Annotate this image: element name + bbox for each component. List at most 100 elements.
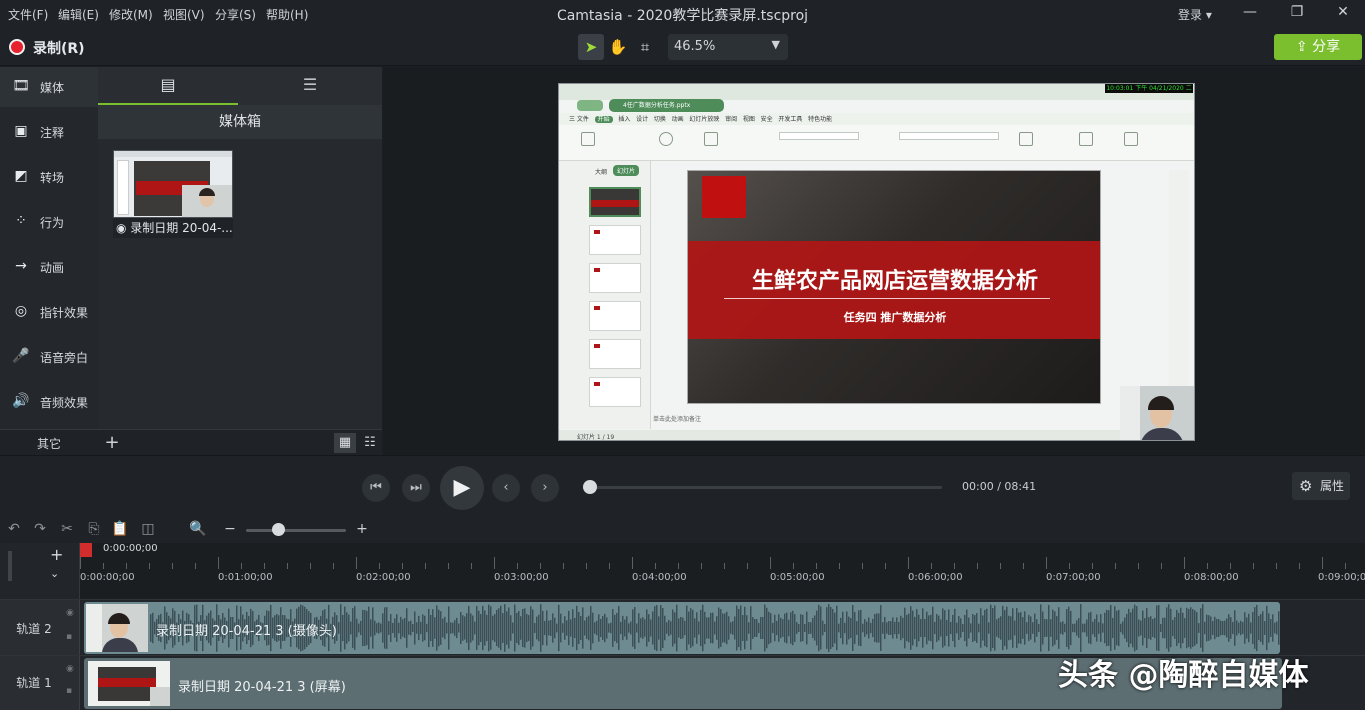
outline-tab[interactable]: 大纲 bbox=[595, 167, 607, 176]
sidebar-item-label: 转场 bbox=[40, 171, 65, 185]
record-icon[interactable] bbox=[9, 39, 25, 55]
title-bar: 文件(F) 编辑(E) 修改(M) 视图(V) 分享(S) 帮助(H) Camt… bbox=[0, 0, 1365, 28]
share-button[interactable]: ⇪ 分享 bbox=[1274, 34, 1362, 60]
record-button[interactable]: 录制(R) bbox=[33, 38, 85, 58]
login-button[interactable]: 登录 ▾ bbox=[1178, 6, 1212, 23]
undo-icon[interactable]: ↶ bbox=[4, 521, 24, 537]
add-media-button[interactable]: + bbox=[103, 432, 121, 453]
track-header[interactable]: 轨道 1 ◉ ▪ bbox=[0, 656, 80, 710]
cut-icon[interactable]: ✂ bbox=[57, 521, 77, 537]
sidebar-footer: 其它 bbox=[0, 429, 98, 455]
clip-camera[interactable]: 录制日期 20-04-21 3 (摄像头) bbox=[84, 602, 1280, 654]
share-icon: ⇪ bbox=[1295, 39, 1313, 55]
playhead[interactable] bbox=[80, 543, 92, 557]
paste-icon[interactable]: 📋 bbox=[110, 521, 130, 537]
pan-tool-icon[interactable]: ✋ bbox=[605, 34, 631, 60]
sidebar-item-behaviors[interactable]: ⁘ 行为 bbox=[0, 202, 98, 242]
sidebar-item-label: 语音旁白 bbox=[40, 351, 89, 365]
sidebar-item-label: 媒体 bbox=[40, 81, 65, 95]
split-icon[interactable]: ◫ bbox=[138, 521, 158, 537]
media-thumbnail[interactable] bbox=[113, 150, 233, 218]
scrub-handle[interactable] bbox=[583, 480, 597, 494]
wps-menu-file: 三 文件 bbox=[569, 116, 589, 123]
wps-menu-transition: 切换 bbox=[653, 116, 666, 123]
eye-icon[interactable]: ◉ bbox=[66, 664, 74, 674]
lock-icon[interactable]: ▪ bbox=[66, 632, 72, 642]
sidebar-item-audio-effects[interactable]: 🔊 音频效果 bbox=[0, 382, 98, 422]
play-icon[interactable]: ▶ bbox=[440, 466, 484, 510]
grid-view-icon[interactable]: ▦ bbox=[334, 433, 356, 453]
ruler-label: 0:09:00;00 bbox=[1318, 572, 1365, 583]
minimize-button[interactable]: — bbox=[1240, 4, 1260, 20]
gear-icon: ⚙ bbox=[1299, 477, 1313, 495]
scrub-bar[interactable] bbox=[590, 486, 942, 489]
media-bin-footer: + ▦ ☷ bbox=[98, 429, 382, 455]
timeline-ruler: + ⌄ 0:00:00;00 0:00:00;00 0:01:00;00 0:0… bbox=[0, 543, 1365, 599]
track-name: 轨道 2 bbox=[16, 622, 52, 636]
slide-thumbnail-panel: 大纲 幻灯片 bbox=[559, 161, 651, 429]
webcam-overlay bbox=[1120, 386, 1194, 440]
slides-tab[interactable]: 幻灯片 bbox=[613, 165, 640, 176]
timeline-zoom-handle[interactable] bbox=[272, 523, 285, 536]
chevron-down-icon[interactable]: ⌄ bbox=[50, 567, 59, 580]
timeline-toolbar: ↶ ↷ ✂ ⎘ 📋 ◫ 🔍 − + bbox=[0, 517, 1365, 543]
redo-icon[interactable]: ↷ bbox=[30, 521, 50, 537]
sidebar-item-label: 行为 bbox=[40, 216, 65, 230]
sidebar-item-voice-narration[interactable]: 🎤 语音旁白 bbox=[0, 337, 98, 377]
wps-menu-animation: 动画 bbox=[671, 116, 684, 123]
zoom-out-icon[interactable]: − bbox=[220, 521, 240, 537]
list-view-icon[interactable]: ☷ bbox=[360, 433, 380, 453]
track-height-slider[interactable] bbox=[8, 551, 12, 581]
wps-menu-review: 审阅 bbox=[725, 116, 738, 123]
zoom-select[interactable]: 46.5% ▼ bbox=[668, 34, 788, 60]
restore-button[interactable]: ❐ bbox=[1287, 4, 1307, 20]
ruler-label: 0:05:00;00 bbox=[770, 572, 825, 583]
wps-ribbon bbox=[559, 125, 1194, 161]
slide-title: 生鲜农产品网店运营数据分析 bbox=[751, 269, 1038, 294]
step-back-icon[interactable]: ⏮ bbox=[362, 474, 390, 502]
clock-overlay: 10:03:01 下午 04/21/2020 二 bbox=[1105, 84, 1193, 93]
sidebar-item-animations[interactable]: → 动画 bbox=[0, 247, 98, 287]
sidebar-item-label: 指针效果 bbox=[40, 306, 89, 320]
more-tools-button[interactable]: 其它 bbox=[37, 435, 61, 452]
microphone-icon: 🎤 bbox=[12, 348, 30, 364]
sidebar-item-transitions[interactable]: ◩ 转场 bbox=[0, 157, 98, 197]
wps-menu-developer: 开发工具 bbox=[778, 116, 803, 123]
track-2: 轨道 2 ◉ ▪ 录制日期 20-04-21 3 (摄像头) bbox=[0, 599, 1365, 655]
track-header[interactable]: 轨道 2 ◉ ▪ bbox=[0, 600, 80, 655]
annotation-icon: ▣ bbox=[14, 123, 28, 139]
timeline-zoom-slider[interactable] bbox=[246, 529, 346, 532]
close-button[interactable]: ✕ bbox=[1333, 4, 1353, 20]
tab-media-bin[interactable]: ▤ bbox=[98, 67, 238, 105]
clip-thumbnail bbox=[86, 604, 148, 652]
share-label: 分享 bbox=[1312, 39, 1341, 55]
tab-library[interactable]: ☰ bbox=[238, 67, 382, 105]
window-title: Camtasia - 2020教学比赛录屏.tscproj bbox=[556, 8, 809, 24]
copy-icon[interactable]: ⎘ bbox=[84, 521, 104, 537]
time-separator: / bbox=[997, 480, 1001, 493]
ruler-label: 0:03:00;00 bbox=[494, 572, 549, 583]
eye-icon[interactable]: ◉ bbox=[66, 608, 74, 618]
cursor-effects-icon: ◎ bbox=[14, 303, 28, 319]
step-forward-icon[interactable]: ⏭ bbox=[402, 474, 430, 502]
crop-tool-icon[interactable]: ⌗ bbox=[632, 34, 658, 60]
zoom-in-icon[interactable]: + bbox=[352, 521, 372, 537]
film-icon: 🎞 bbox=[12, 78, 30, 94]
next-clip-icon[interactable]: › bbox=[531, 474, 559, 502]
sidebar-item-annotations[interactable]: ▣ 注释 bbox=[0, 112, 98, 152]
select-tool-icon[interactable]: ➤ bbox=[578, 34, 604, 60]
lock-icon[interactable]: ▪ bbox=[66, 686, 72, 696]
sidebar-item-label: 注释 bbox=[40, 126, 65, 140]
properties-button[interactable]: ⚙ 属性 bbox=[1292, 472, 1350, 500]
previous-clip-icon[interactable]: ‹ bbox=[492, 474, 520, 502]
sidebar-item-media[interactable]: 🎞 媒体 bbox=[0, 67, 98, 107]
sidebar: 🎞 媒体 ▣ 注释 ◩ 转场 ⁘ 行为 → 动画 ◎ 指针效果 🎤 语音旁白 🔊… bbox=[0, 67, 98, 429]
playhead-time: 0:00:00;00 bbox=[103, 543, 158, 554]
search-icon[interactable]: 🔍 bbox=[188, 521, 208, 537]
player-controls: ⏮ ⏭ ▶ ‹ › 00:00 / 08:41 ⚙ 属性 bbox=[0, 455, 1365, 517]
preview-frame[interactable]: 10:03:01 下午 04/21/2020 二 4任广数据分析任务.pptx … bbox=[558, 83, 1195, 441]
add-track-button[interactable]: + bbox=[50, 545, 63, 564]
sidebar-item-cursor-effects[interactable]: ◎ 指针效果 bbox=[0, 292, 98, 332]
slide-main: 生鲜农产品网店运营数据分析 任务四 推广数据分析 bbox=[687, 170, 1101, 404]
track-controls-header: + ⌄ bbox=[0, 543, 80, 599]
